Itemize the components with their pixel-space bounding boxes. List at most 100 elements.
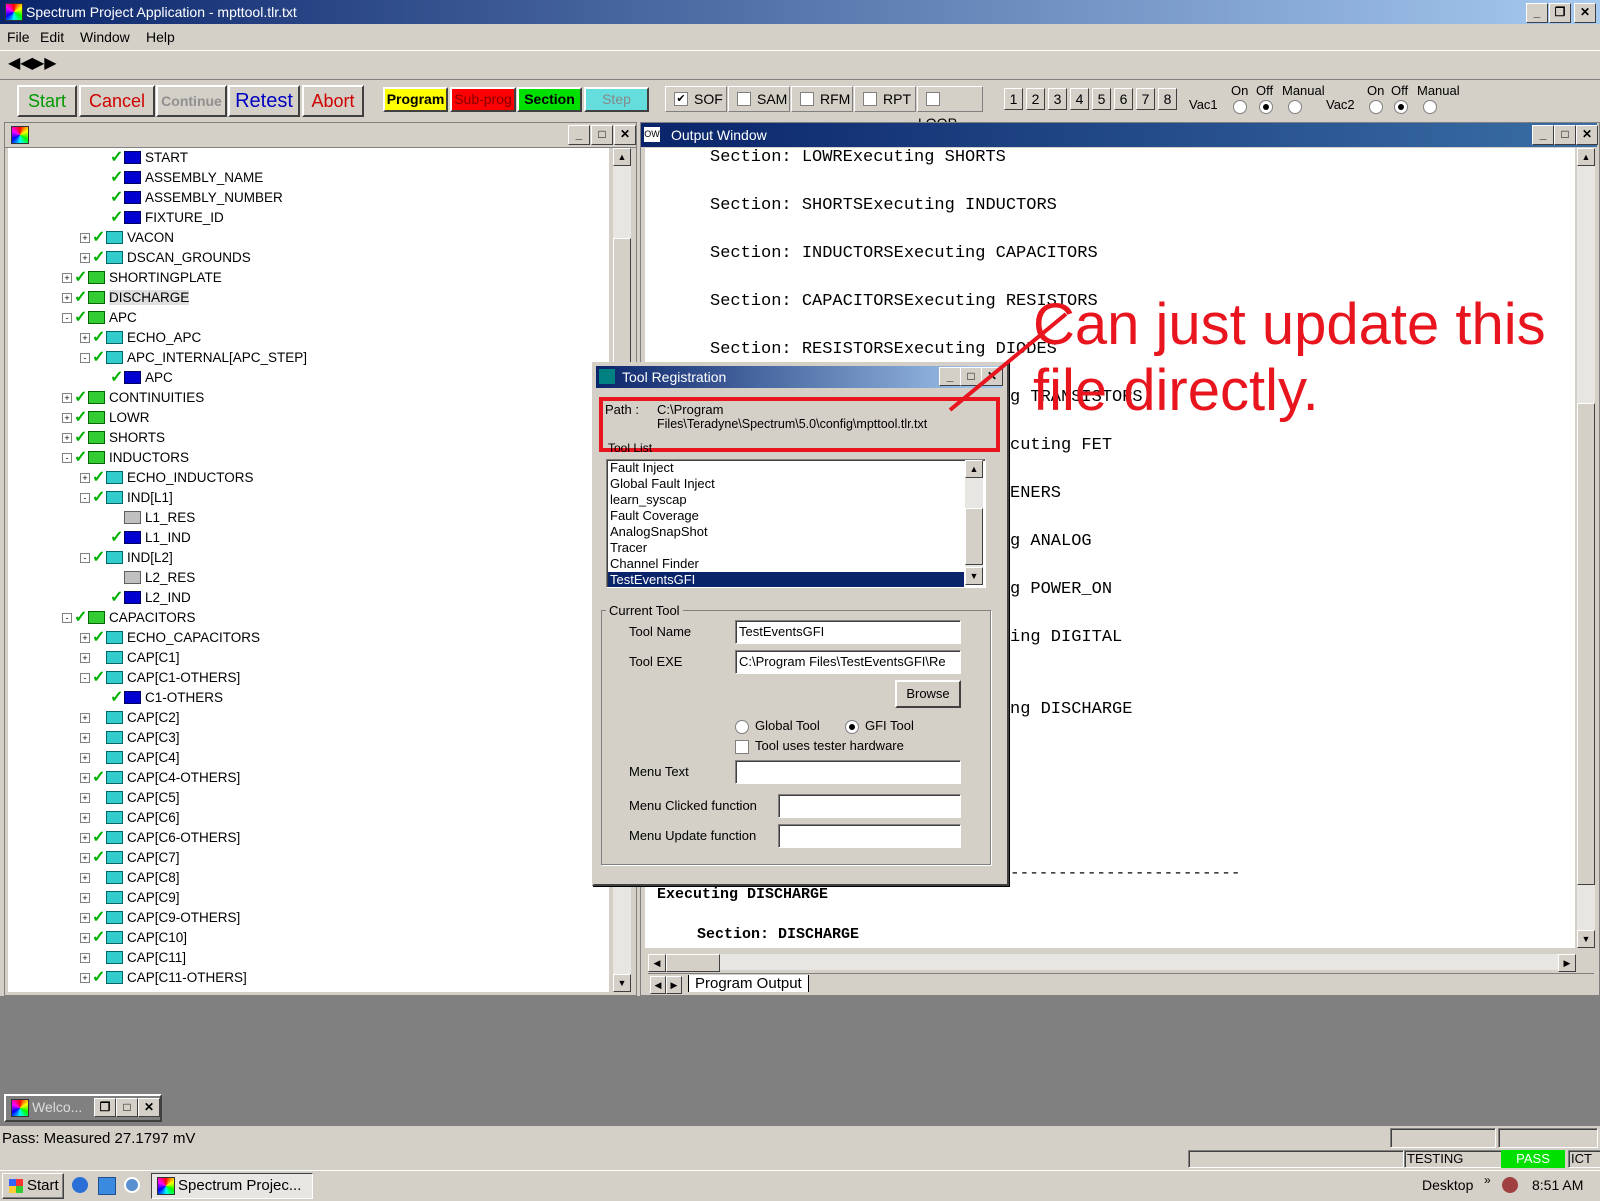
tree-node[interactable]: + CAP[C5]	[80, 788, 180, 808]
collapse-icon[interactable]: -	[80, 673, 90, 684]
tab-prev-icon[interactable]: ◀	[650, 976, 666, 994]
tree-node[interactable]: L1_RES	[98, 508, 195, 528]
tree-node[interactable]: - ✓ IND[L1]	[80, 488, 173, 508]
collapse-icon[interactable]: -	[62, 613, 72, 624]
scroll-up-icon[interactable]: ▲	[965, 460, 983, 478]
tree-node[interactable]: + ✓ SHORTINGPLATE	[62, 268, 222, 288]
tree-node[interactable]: + ✓ CAP[C6-OTHERS]	[80, 828, 240, 848]
abort-button[interactable]: Abort	[302, 85, 364, 117]
tab-program-output[interactable]: Program Output	[688, 975, 809, 992]
tree-node[interactable]: + ✓ CAP[C7]	[80, 848, 180, 868]
loop-checkbox[interactable]: LOOP	[917, 86, 983, 131]
tree-node[interactable]: + ✓ CAP[C9-OTHERS]	[80, 908, 240, 928]
tree-minimize-button[interactable]: _	[568, 125, 590, 145]
collapse-icon[interactable]: -	[62, 313, 72, 324]
sam-checkbox[interactable]: SAM	[728, 86, 790, 112]
tool-list-scrollbar[interactable]: ▲ ▼	[965, 460, 983, 585]
tree-node[interactable]: + ✓ CONTINUITIES	[62, 388, 204, 408]
tree-node[interactable]: ✓ ASSEMBLY_NUMBER	[98, 188, 283, 208]
tree-node[interactable]: + ✓ CAP[C11-OTHERS]	[80, 968, 247, 988]
scroll-up-icon[interactable]: ▲	[1577, 148, 1595, 166]
minimize-button[interactable]: _	[1526, 3, 1548, 23]
rfm-checkbox[interactable]: RFM	[791, 86, 853, 112]
tree-node[interactable]: + CAP[C8]	[80, 868, 180, 888]
expand-icon[interactable]: +	[80, 733, 90, 744]
tree-node[interactable]: + CAP[C2]	[80, 708, 180, 728]
scroll-down-icon[interactable]: ▼	[1577, 930, 1595, 948]
site-2-button[interactable]: 2	[1026, 88, 1045, 110]
expand-icon[interactable]: +	[80, 933, 90, 944]
menu-window[interactable]: Window	[80, 29, 130, 45]
expand-icon[interactable]: +	[62, 273, 72, 284]
expand-icon[interactable]: +	[80, 833, 90, 844]
tree-maximize-button[interactable]: □	[591, 125, 613, 145]
tree-node[interactable]: ✓ C1-OTHERS	[98, 688, 223, 708]
cancel-button[interactable]: Cancel	[79, 85, 155, 117]
expand-icon[interactable]: +	[80, 473, 90, 484]
tree-node[interactable]: + CAP[C6]	[80, 808, 180, 828]
tree-node[interactable]: + ✓ ECHO_INDUCTORS	[80, 468, 254, 488]
tree-node[interactable]: + ✓ CAP[C10]	[80, 928, 187, 948]
expand-icon[interactable]: +	[80, 233, 90, 244]
tool-list-item[interactable]: Global Fault Inject	[610, 476, 715, 491]
tree-node[interactable]: + CAP[C11]	[80, 948, 186, 968]
browser-icon[interactable]	[72, 1177, 88, 1193]
expand-icon[interactable]: +	[80, 653, 90, 664]
site-5-button[interactable]: 5	[1092, 88, 1111, 110]
tree-node[interactable]: - ✓ INDUCTORS	[62, 448, 189, 468]
tree-node[interactable]: ✓ FIXTURE_ID	[98, 208, 224, 228]
vac1-manual-radio[interactable]	[1288, 100, 1302, 114]
gfi-tool-radio[interactable]	[845, 720, 859, 734]
expand-icon[interactable]: +	[80, 253, 90, 264]
tree-node[interactable]: + ✓ DISCHARGE	[62, 288, 190, 308]
tool-list-item[interactable]: Tracer	[610, 540, 647, 555]
expand-icon[interactable]: +	[80, 633, 90, 644]
tool-name-field[interactable]: TestEventsGFI	[735, 620, 961, 644]
next-icon[interactable]: ▶▶	[32, 53, 57, 75]
browse-button[interactable]: Browse	[895, 680, 961, 708]
scroll-thumb[interactable]	[965, 508, 983, 565]
sof-checkbox[interactable]: ✔ SOF	[665, 86, 727, 112]
start-menu-button[interactable]: Start	[2, 1173, 64, 1199]
site-7-button[interactable]: 7	[1136, 88, 1155, 110]
expand-icon[interactable]: +	[80, 893, 90, 904]
site-1-button[interactable]: 1	[1004, 88, 1023, 110]
tab-next-icon[interactable]: ▶	[666, 976, 682, 994]
expand-icon[interactable]: +	[80, 773, 90, 784]
expand-icon[interactable]: +	[80, 813, 90, 824]
expand-icon[interactable]: +	[80, 853, 90, 864]
close-icon[interactable]: ✕	[138, 1098, 160, 1117]
tree-node[interactable]: L2_RES	[98, 568, 195, 588]
tree-node[interactable]: + ✓ DSCAN_GROUNDS	[80, 248, 251, 268]
global-tool-radio[interactable]	[735, 720, 749, 734]
output-close-button[interactable]: ✕	[1576, 125, 1598, 145]
vac2-off-radio[interactable]	[1394, 100, 1408, 114]
scroll-thumb[interactable]	[613, 238, 631, 380]
tray-icon[interactable]	[1502, 1177, 1518, 1193]
tree-node[interactable]: + ✓ VACON	[80, 228, 174, 248]
chevron-right-icon[interactable]: »	[1484, 1173, 1491, 1187]
tree-node[interactable]: - ✓ APC	[62, 308, 137, 328]
tool-list-item[interactable]: Channel Finder	[610, 556, 699, 571]
tree-node[interactable]: + CAP[C4]	[80, 748, 180, 768]
desktop-toolbar-label[interactable]: Desktop	[1422, 1177, 1473, 1193]
tree-node[interactable]: + ✓ SHORTS	[62, 428, 165, 448]
step-mode-button[interactable]: Step	[584, 87, 649, 112]
uses-hardware-checkbox[interactable]	[735, 740, 749, 754]
vac1-off-radio[interactable]	[1259, 100, 1273, 114]
subprog-mode-button[interactable]: Sub-prog	[450, 87, 516, 112]
site-3-button[interactable]: 3	[1048, 88, 1067, 110]
vac2-manual-radio[interactable]	[1423, 100, 1437, 114]
expand-icon[interactable]: +	[80, 753, 90, 764]
expand-icon[interactable]: +	[80, 713, 90, 724]
collapse-icon[interactable]: -	[80, 353, 90, 364]
tree-node[interactable]: - ✓ CAPACITORS	[62, 608, 196, 628]
expand-icon[interactable]: +	[80, 873, 90, 884]
tool-list-item[interactable]: Fault Coverage	[610, 508, 699, 523]
expand-icon[interactable]: +	[62, 433, 72, 444]
menu-update-field[interactable]	[778, 824, 961, 848]
tree-node[interactable]: + ✓ LOWR	[62, 408, 150, 428]
continue-button[interactable]: Continue	[156, 85, 227, 117]
collapse-icon[interactable]: -	[62, 453, 72, 464]
tree-node[interactable]: ✓ APC	[98, 368, 173, 388]
